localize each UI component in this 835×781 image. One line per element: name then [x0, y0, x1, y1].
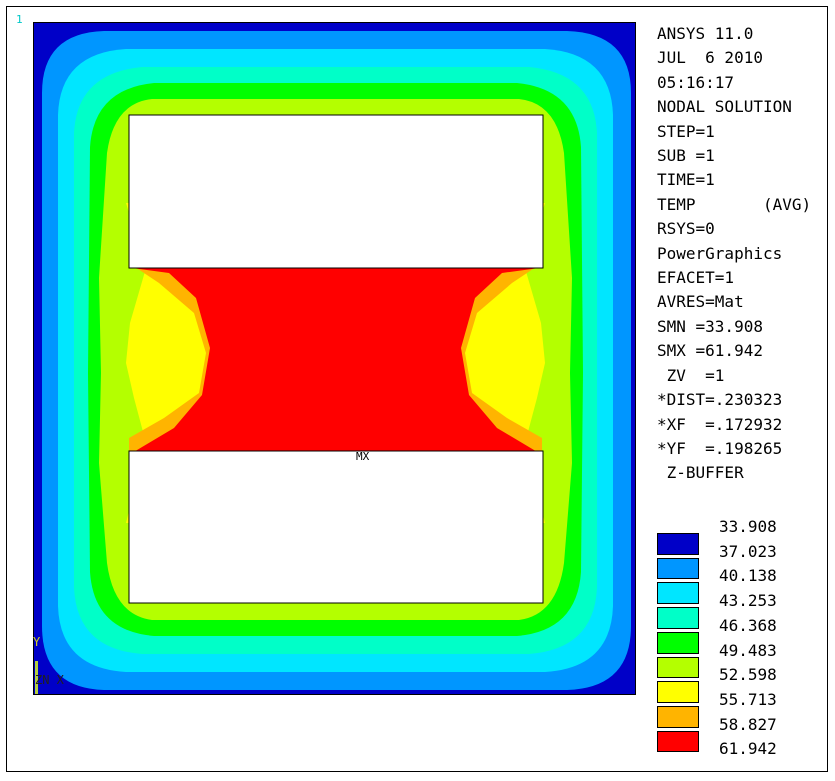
legend-swatch: [657, 582, 699, 605]
info-line: ZV =1: [657, 365, 725, 385]
legend-value: 55.713: [719, 689, 777, 709]
lower-cutout: [128, 450, 544, 604]
max-marker: MX: [356, 450, 370, 463]
info-line: AVRES=Mat: [657, 292, 744, 312]
triad-y-label: Y: [33, 635, 41, 649]
temperature-contour: [34, 23, 635, 694]
legend-swatch: [657, 656, 699, 679]
graphics-window: 1 MX Y ZN X ANSYS 11.0 JUL 6 2010 05:16:…: [6, 6, 828, 772]
contour-plot-area[interactable]: MX: [33, 22, 636, 695]
info-line: SMX =61.942: [657, 341, 763, 361]
legend-value: 49.483: [719, 640, 777, 660]
info-line: SMN =33.908: [657, 316, 763, 336]
info-line: PowerGraphics: [657, 243, 783, 263]
info-line: *XF =.172932: [657, 414, 783, 434]
legend-value: 61.942: [719, 739, 777, 759]
info-line: ANSYS 11.0: [657, 24, 754, 43]
info-line: SUB =1: [657, 146, 715, 166]
legend-value: 58.827: [719, 714, 777, 734]
info-line: Z-BUFFER: [657, 463, 744, 483]
legend-swatch: [657, 730, 699, 753]
legend-swatch: [657, 557, 699, 580]
info-line: STEP=1: [657, 121, 715, 141]
info-line: 05:16:17: [657, 72, 735, 92]
info-line: NODAL SOLUTION: [657, 97, 792, 117]
triad-zx-label: ZN X: [35, 673, 64, 687]
plot-info-block: ANSYS 11.0 JUL 6 2010 05:16:17 NODAL SOL…: [657, 22, 835, 486]
info-line: JUL 6 2010: [657, 48, 763, 68]
legend-value: 40.138: [719, 566, 777, 586]
legend-value: 33.908: [719, 517, 777, 536]
info-line: TEMP (AVG): [657, 194, 812, 214]
info-line: *DIST=.230323: [657, 390, 783, 410]
legend-swatch: [657, 681, 699, 703]
window-number: 1: [16, 13, 23, 26]
info-line: EFACET=1: [657, 268, 735, 288]
legend-swatch: [657, 607, 699, 629]
legend-value: 37.023: [719, 541, 777, 561]
legend-swatch: [657, 533, 699, 555]
legend-swatch: [657, 631, 699, 654]
info-line: RSYS=0: [657, 219, 715, 239]
info-line: *YF =.198265: [657, 438, 783, 458]
upper-cutout: [128, 114, 544, 269]
legend-value: 43.253: [719, 591, 777, 611]
info-line: TIME=1: [657, 170, 715, 190]
legend-value: 52.598: [719, 665, 777, 685]
legend-swatch: [657, 705, 699, 728]
legend-value: 46.368: [719, 615, 777, 635]
